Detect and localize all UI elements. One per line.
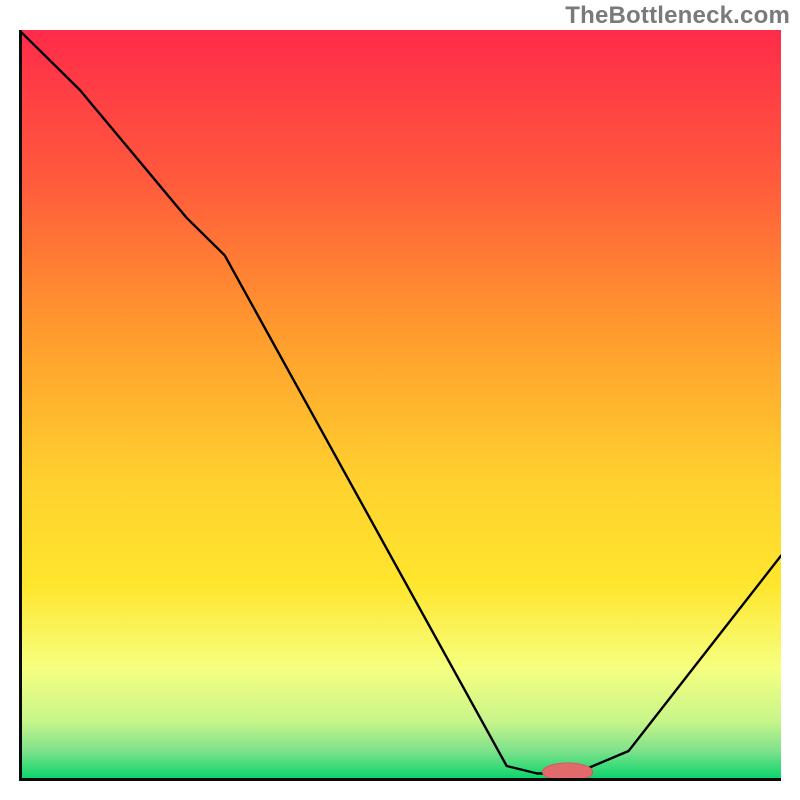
chart-svg (19, 30, 781, 781)
chart-background (19, 30, 781, 781)
plot-area (19, 30, 781, 781)
watermark-text: TheBottleneck.com (565, 2, 790, 30)
chart-frame: TheBottleneck.com (0, 0, 800, 800)
